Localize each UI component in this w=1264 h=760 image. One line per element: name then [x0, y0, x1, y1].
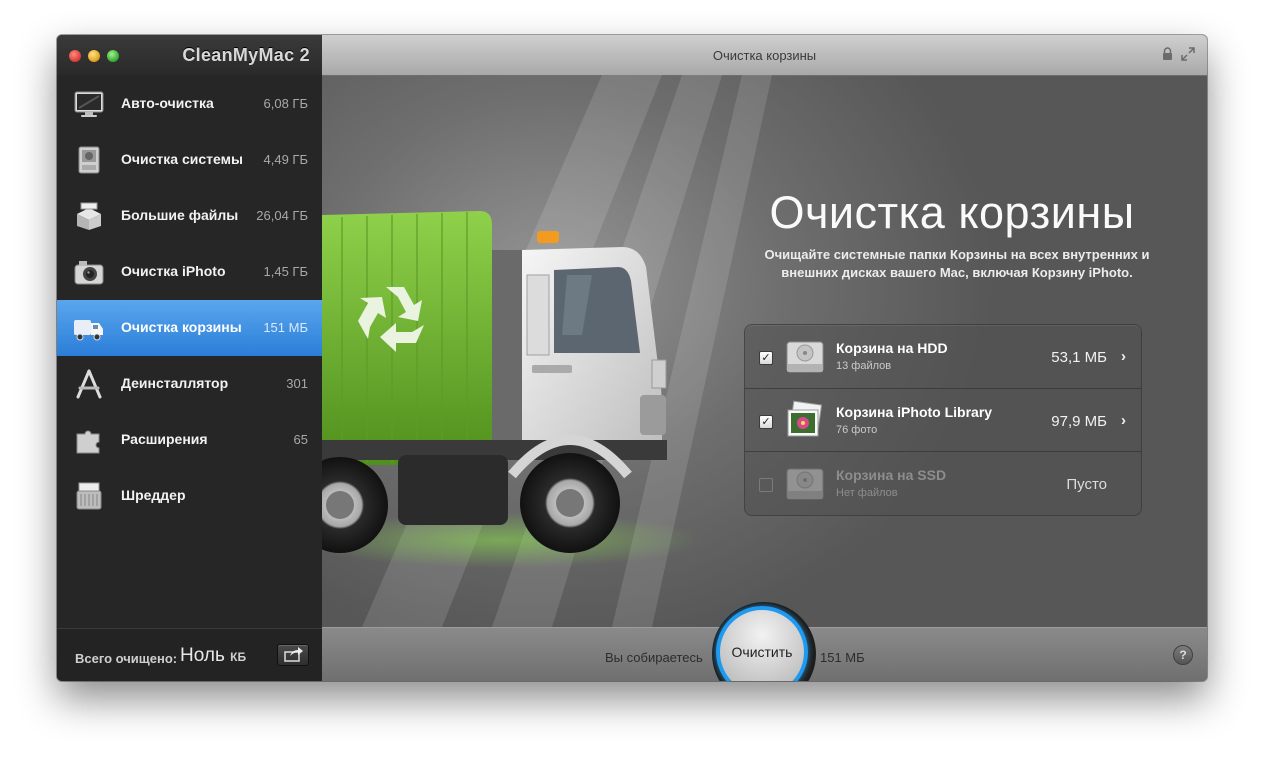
- total-cleaned-label: Всего очищено:: [75, 651, 178, 666]
- trash-item-count: 76 фото: [836, 424, 878, 436]
- sidebar-header: CleanMyMac 2: [57, 35, 322, 75]
- sidebar-item-value: 1,45 ГБ: [263, 264, 308, 279]
- sidebar-item-label: Деинсталлятор: [121, 375, 229, 391]
- puzzle-icon: [76, 430, 100, 454]
- trash-item-size: 53,1 МБ: [1051, 349, 1107, 366]
- trash-item-iphoto[interactable]: ✓ Корзина iPhoto Library 76 фото 97,9 МБ…: [745, 388, 1141, 452]
- total-cleaned-value: Ноль КБ: [180, 645, 247, 666]
- page-description: Очищайте системные папки Корзины на всех…: [764, 247, 1150, 280]
- trash-list: ✓ Корзина на HDD 13 файлов 53,1 МБ › ✓ К…: [744, 324, 1142, 516]
- trash-item-name: Корзина iPhoto Library: [836, 404, 993, 420]
- sidebar-item-auto-clean[interactable]: Авто-очистка 6,08 ГБ: [57, 76, 322, 132]
- trash-item-size: Пусто: [1066, 476, 1107, 493]
- sidebar-item-label: Большие файлы: [121, 207, 239, 223]
- box-icon: [77, 202, 101, 230]
- main-panel: Очистка корзины Очистка корзины Очищайте…: [322, 35, 1207, 681]
- sidebar-item-label: Расширения: [121, 431, 208, 447]
- share-icon: [284, 647, 303, 662]
- close-window-button[interactable]: [69, 50, 81, 62]
- trash-item-name: Корзина на SSD: [836, 467, 947, 483]
- app-window: CleanMyMac 2 Авто-очистка 6,08 ГБ Очистк…: [57, 35, 1207, 681]
- sidebar-item-value: 6,08 ГБ: [263, 96, 308, 111]
- monitor-icon: [74, 91, 104, 117]
- sidebar-item-label: Очистка корзины: [121, 319, 242, 335]
- sidebar-item-value: 151 МБ: [263, 320, 308, 335]
- trash-item-name: Корзина на HDD: [836, 340, 948, 356]
- minimize-window-button[interactable]: [88, 50, 100, 62]
- sidebar-item-value: 301: [286, 376, 308, 391]
- trash-item-hdd[interactable]: ✓ Корзина на HDD 13 файлов 53,1 МБ ›: [745, 325, 1141, 388]
- sidebar-item-label: Очистка iPhoto: [121, 263, 226, 279]
- sidebar-item-uninstaller[interactable]: Деинсталлятор 301: [57, 356, 322, 412]
- trash-item-checkbox[interactable]: ✓: [759, 415, 773, 429]
- sidebar-item-value: 4,49 ГБ: [263, 152, 308, 167]
- sidebar-item-trash-clean[interactable]: Очистка корзины 151 МБ: [57, 300, 322, 356]
- chevron-right-icon[interactable]: ›: [1121, 412, 1126, 429]
- app-title: CleanMyMac 2: [182, 45, 310, 65]
- sidebar-item-system-clean[interactable]: Очистка системы 4,49 ГБ: [57, 132, 322, 188]
- trash-item-ssd: Корзина на SSD Нет файлов Пусто: [745, 451, 1141, 515]
- trash-item-size: 97,9 МБ: [1051, 413, 1107, 430]
- collect-label: Вы собираетесь: [605, 650, 703, 665]
- truck-icon: [74, 320, 103, 341]
- chevron-right-icon[interactable]: ›: [1121, 348, 1126, 365]
- sidebar-item-shredder[interactable]: Шреддер: [57, 468, 322, 524]
- ssd-drive-icon: [786, 468, 824, 500]
- sidebar-item-label: Авто-очистка: [121, 95, 214, 111]
- sidebar-item-value: 65: [293, 432, 308, 447]
- trash-item-count: Нет файлов: [836, 487, 898, 499]
- sidebar-item-value: 26,04 ГБ: [256, 208, 308, 223]
- sidebar: CleanMyMac 2 Авто-очистка 6,08 ГБ Очистк…: [57, 35, 322, 681]
- iphoto-library-icon: [787, 400, 823, 437]
- mac-pro-icon: [78, 146, 100, 174]
- sidebar-item-label: Шреддер: [121, 487, 186, 503]
- sidebar-item-label: Очистка системы: [121, 151, 243, 167]
- sidebar-menu: Авто-очистка 6,08 ГБ Очистка системы 4,4…: [57, 76, 322, 524]
- help-button[interactable]: ?: [1173, 645, 1193, 665]
- clean-button[interactable]: Очистить: [716, 606, 808, 681]
- sidebar-footer: Всего очищено: Ноль КБ: [57, 628, 322, 681]
- page-title: Очистка корзины: [769, 187, 1135, 238]
- trash-item-checkbox: [759, 478, 773, 492]
- sidebar-item-large-files[interactable]: Большие файлы 26,04 ГБ: [57, 188, 322, 244]
- sidebar-item-extensions[interactable]: Расширения 65: [57, 412, 322, 468]
- trash-item-count: 13 файлов: [836, 360, 892, 372]
- sidebar-item-iphoto-clean[interactable]: Очистка iPhoto 1,45 ГБ: [57, 244, 322, 300]
- collect-value: 151 МБ: [820, 650, 865, 665]
- camera-icon: [74, 261, 104, 285]
- trash-item-checkbox[interactable]: ✓: [759, 351, 773, 365]
- app-store-icon: [76, 369, 102, 399]
- share-button[interactable]: [277, 644, 309, 666]
- zoom-window-button[interactable]: [107, 50, 119, 62]
- hard-drive-icon: [786, 341, 824, 373]
- shredder-icon: [76, 482, 102, 510]
